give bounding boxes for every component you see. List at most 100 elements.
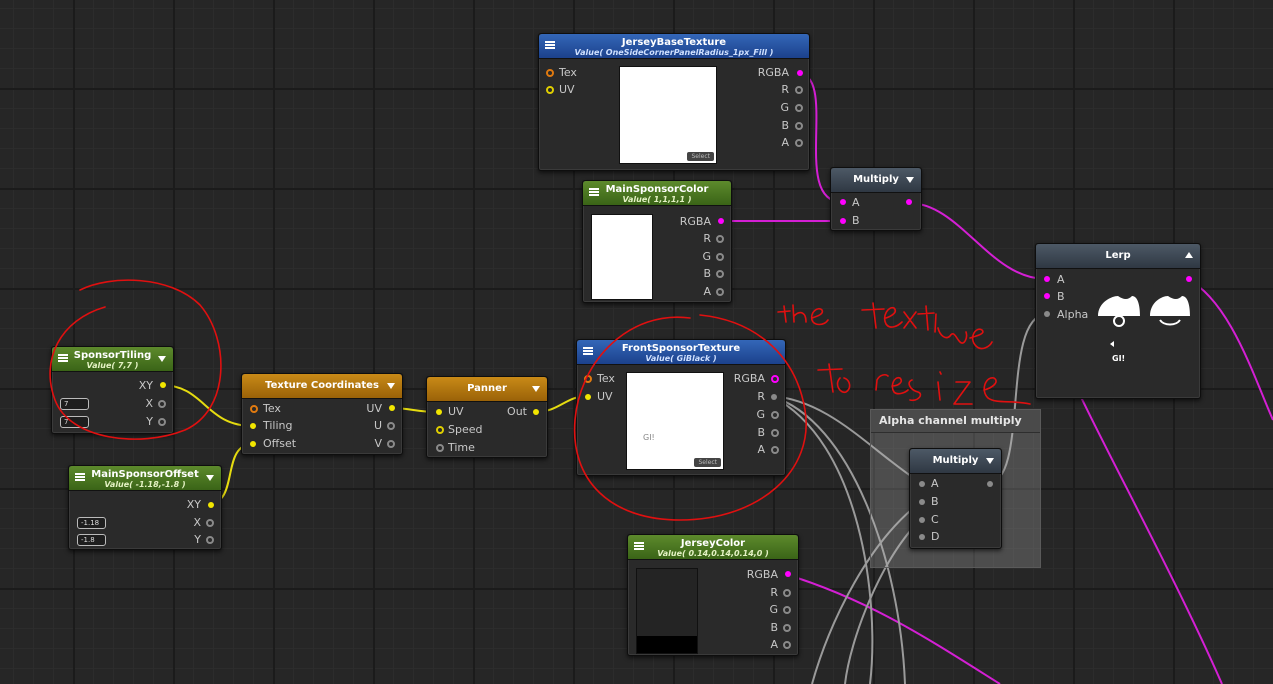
input-port-b[interactable] — [1044, 293, 1050, 299]
node-header[interactable]: Lerp — [1036, 244, 1200, 269]
y-value-field[interactable]: -1.8 — [77, 534, 106, 546]
node-texture-coordinates[interactable]: Texture Coordinates Tex Tiling Offset UV… — [241, 373, 403, 455]
color-preview[interactable] — [591, 214, 653, 300]
texture-preview[interactable]: Select — [619, 66, 717, 164]
input-port-uv[interactable] — [546, 86, 554, 94]
input-port-b[interactable] — [840, 218, 846, 224]
node-multiply-top[interactable]: Multiply A B — [830, 167, 922, 231]
input-port-tex[interactable] — [546, 69, 554, 77]
input-port-tex[interactable] — [250, 405, 258, 413]
node-header[interactable]: Multiply — [910, 449, 1001, 474]
input-port-a[interactable] — [919, 481, 925, 487]
x-value-field[interactable]: 7 — [60, 398, 89, 410]
select-button[interactable]: Select — [694, 458, 721, 467]
group-title[interactable]: Alpha channel multiply — [871, 410, 1040, 433]
output-port-v[interactable] — [387, 440, 395, 448]
node-header[interactable]: MainSponsorColor Value( 1,1,1,1 ) — [583, 181, 731, 206]
input-port-c[interactable] — [919, 517, 925, 523]
preview-text: GI! — [643, 433, 655, 442]
node-header[interactable]: MainSponsorOffset Value( -1.18,-1.8 ) — [69, 466, 221, 491]
output-port-a[interactable] — [795, 139, 803, 147]
output-port-y[interactable] — [158, 418, 166, 426]
menu-icon[interactable] — [589, 188, 599, 196]
collapse-icon[interactable] — [1185, 252, 1193, 258]
node-jersey-color[interactable]: JerseyColor Value( 0.14,0.14,0.14,0 ) RG… — [627, 534, 799, 656]
dropdown-icon[interactable] — [206, 475, 214, 481]
output-label-r: R — [703, 232, 711, 245]
dropdown-icon[interactable] — [532, 386, 540, 392]
menu-icon[interactable] — [634, 542, 644, 550]
node-header[interactable]: SponsorTiling Value( 7,7 ) — [52, 347, 173, 372]
select-button[interactable]: Select — [687, 152, 714, 161]
input-port-speed[interactable] — [436, 426, 444, 434]
output-port-b[interactable] — [771, 429, 779, 437]
output-port-g[interactable] — [783, 606, 791, 614]
input-port-offset[interactable] — [250, 441, 256, 447]
input-port-a[interactable] — [1044, 276, 1050, 282]
x-value-field[interactable]: -1.18 — [77, 517, 106, 529]
node-header[interactable]: Multiply — [831, 168, 921, 193]
node-front-sponsor-texture[interactable]: FrontSponsorTexture Value( GiBlack ) Tex… — [576, 339, 786, 476]
output-port-x[interactable] — [158, 400, 166, 408]
node-main-sponsor-color[interactable]: MainSponsorColor Value( 1,1,1,1 ) RGBA R… — [582, 180, 732, 303]
menu-icon[interactable] — [58, 354, 68, 362]
input-port-uv[interactable] — [585, 394, 591, 400]
dropdown-icon[interactable] — [387, 383, 395, 389]
output-port-xy[interactable] — [160, 382, 166, 388]
input-port-tiling[interactable] — [250, 423, 256, 429]
input-port-tex[interactable] — [584, 375, 592, 383]
node-lerp[interactable]: Lerp A B Alpha GI! — [1035, 243, 1201, 399]
output-port[interactable] — [906, 199, 912, 205]
output-port-g[interactable] — [795, 104, 803, 112]
node-jersey-base-texture[interactable]: JerseyBaseTexture Value( OneSideCornerPa… — [538, 33, 810, 171]
output-port-r[interactable] — [795, 86, 803, 94]
input-port-alpha[interactable] — [1044, 311, 1050, 317]
output-port-a[interactable] — [716, 288, 724, 296]
output-port-uv[interactable] — [389, 405, 395, 411]
output-port-xy[interactable] — [208, 502, 214, 508]
output-port-r[interactable] — [783, 589, 791, 597]
output-port-g[interactable] — [771, 411, 779, 419]
output-port[interactable] — [987, 481, 993, 487]
menu-icon[interactable] — [583, 347, 593, 355]
output-port-rgba[interactable] — [785, 571, 791, 577]
node-header[interactable]: JerseyBaseTexture Value( OneSideCornerPa… — [539, 34, 809, 59]
output-port-u[interactable] — [387, 422, 395, 430]
node-panner[interactable]: Panner UV Speed Time Out — [426, 376, 548, 458]
output-port-a[interactable] — [783, 641, 791, 649]
output-port-r[interactable] — [716, 235, 724, 243]
input-port-a[interactable] — [840, 199, 846, 205]
y-value-field[interactable]: 7 — [60, 416, 89, 428]
output-port-rgba[interactable] — [718, 218, 724, 224]
input-port-time[interactable] — [436, 444, 444, 452]
texture-preview[interactable]: GI! Select — [626, 372, 724, 470]
output-port-x[interactable] — [206, 519, 214, 527]
output-port-b[interactable] — [795, 122, 803, 130]
node-header[interactable]: FrontSponsorTexture Value( GiBlack ) — [577, 340, 785, 365]
node-header[interactable]: Texture Coordinates — [242, 374, 402, 399]
output-port[interactable] — [1186, 276, 1192, 282]
dropdown-icon[interactable] — [906, 177, 914, 183]
dropdown-icon[interactable] — [986, 458, 994, 464]
input-port-d[interactable] — [919, 534, 925, 540]
output-port-y[interactable] — [206, 536, 214, 544]
output-port-r[interactable] — [771, 394, 777, 400]
color-preview[interactable] — [636, 568, 698, 654]
node-sponsor-tiling[interactable]: SponsorTiling Value( 7,7 ) XY 7 X 7 Y — [51, 346, 174, 434]
node-header[interactable]: JerseyColor Value( 0.14,0.14,0.14,0 ) — [628, 535, 798, 560]
node-multiply-inner[interactable]: Multiply A B C D — [909, 448, 1002, 549]
output-port-rgba[interactable] — [771, 375, 779, 383]
node-header[interactable]: Panner — [427, 377, 547, 402]
input-port-b[interactable] — [919, 499, 925, 505]
menu-icon[interactable] — [75, 473, 85, 481]
output-port-a[interactable] — [771, 446, 779, 454]
output-port-b[interactable] — [716, 270, 724, 278]
output-port-g[interactable] — [716, 253, 724, 261]
node-main-sponsor-offset[interactable]: MainSponsorOffset Value( -1.18,-1.8 ) XY… — [68, 465, 222, 550]
output-port-out[interactable] — [533, 409, 539, 415]
dropdown-icon[interactable] — [158, 356, 166, 362]
menu-icon[interactable] — [545, 41, 555, 49]
input-port-uv[interactable] — [436, 409, 442, 415]
output-port-rgba[interactable] — [797, 70, 803, 76]
output-port-b[interactable] — [783, 624, 791, 632]
